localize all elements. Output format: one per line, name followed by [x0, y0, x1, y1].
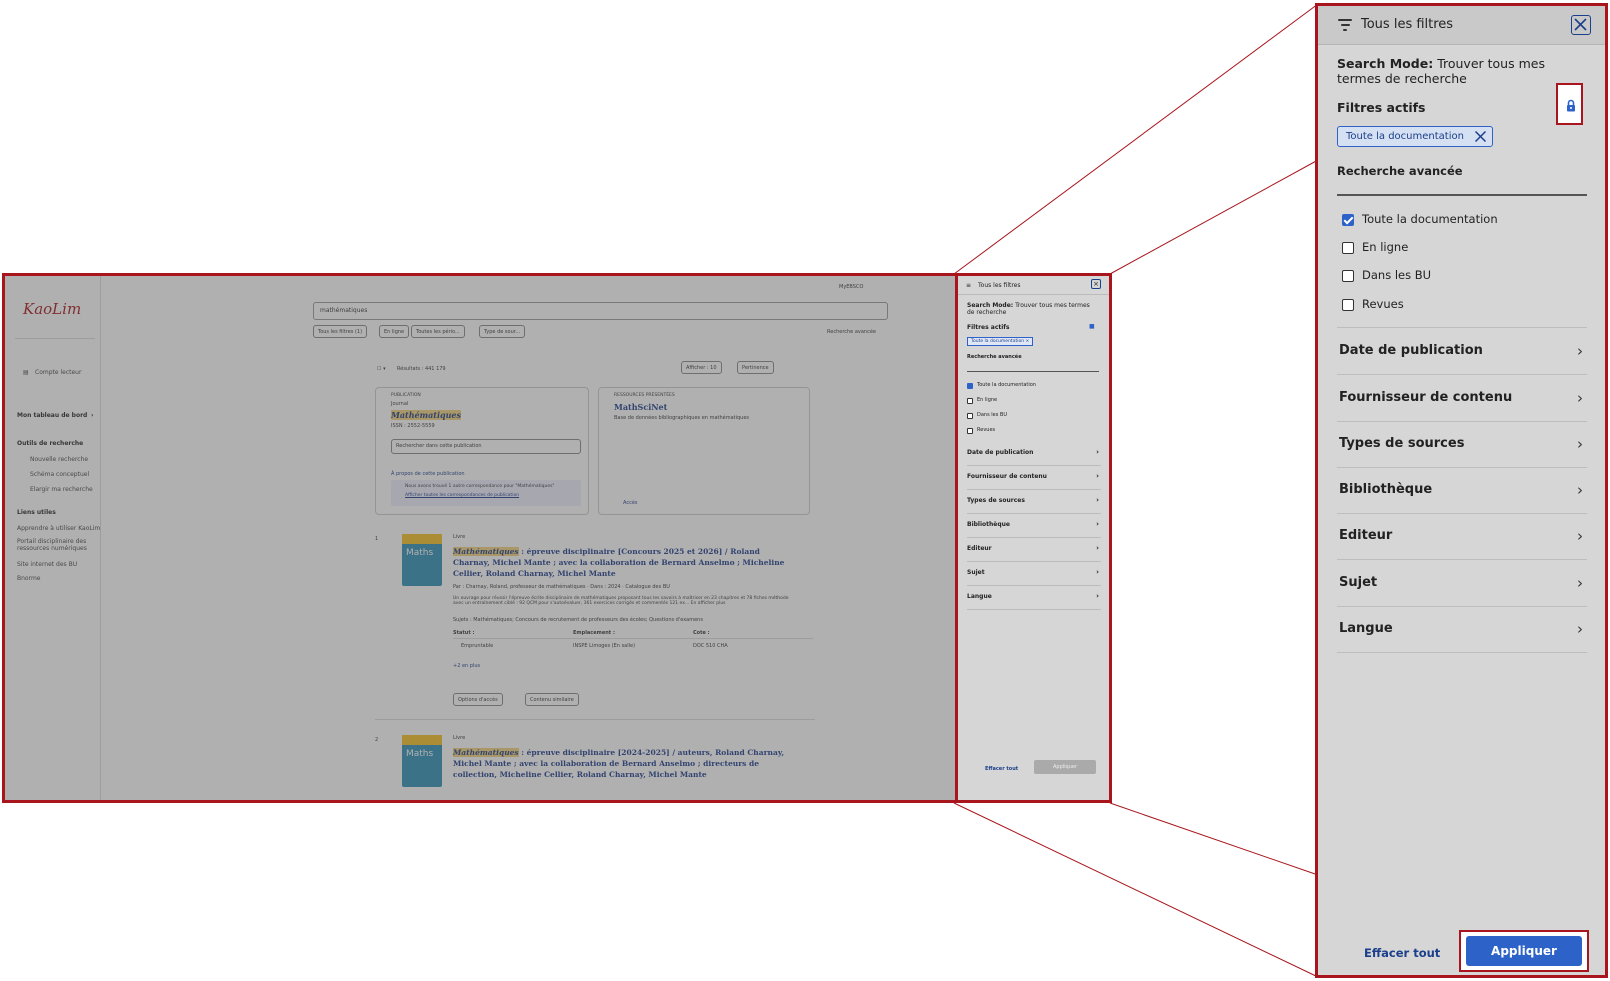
apply-highlight: Appliquer	[1459, 930, 1589, 972]
lock-icon[interactable]: ■	[1089, 323, 1095, 330]
checkbox-all-documentation[interactable]	[1342, 214, 1354, 226]
section-publisher[interactable]: Editeur ›	[1337, 513, 1587, 559]
checkbox-in-libraries[interactable]	[1342, 270, 1354, 282]
section-publication-date[interactable]: Date de publication ›	[1337, 328, 1587, 374]
section-content-provider[interactable]: Fournisseur de contenu ›	[1337, 375, 1587, 421]
checkbox-label: Dans les BU	[977, 412, 1008, 418]
checkbox-label: Dans les BU	[1362, 268, 1432, 282]
filters-panel: Tous les filtres Search Mode: Trouver to…	[1315, 3, 1608, 978]
clear-all-button[interactable]: Effacer tout	[985, 766, 1018, 772]
advanced-search-label[interactable]: Recherche avancée	[1337, 164, 1463, 178]
search-mode-label: Search Mode:	[1337, 56, 1434, 71]
checkbox-all[interactable]	[967, 383, 973, 389]
section-source-types[interactable]: Types de sources ›	[1337, 421, 1587, 467]
apply-button[interactable]: Appliquer	[1466, 936, 1582, 966]
chevron-right-icon: ›	[1577, 574, 1583, 592]
checkbox-label: Revues	[977, 427, 996, 433]
checkbox-label: En ligne	[1362, 240, 1409, 254]
active-filters-label: Filtres actifs	[967, 324, 1010, 331]
panel-header: Tous les filtres	[1318, 6, 1605, 45]
modal-overlay[interactable]	[5, 276, 955, 800]
filter-icon	[1338, 19, 1352, 31]
chevron-right-icon: ›	[1577, 389, 1583, 407]
checkbox-online[interactable]	[1342, 242, 1354, 254]
section-subject[interactable]: Sujet ›	[967, 562, 1101, 586]
checkbox-label: En ligne	[977, 397, 998, 403]
lock-highlight	[1556, 83, 1583, 125]
chevron-right-icon: ›	[1577, 620, 1583, 638]
search-results-page: KaoLim Compte lecteur ▤ Mon tableau de b…	[5, 276, 955, 800]
close-button[interactable]	[1571, 15, 1591, 35]
active-filter-tag[interactable]: Toute la documentation	[1337, 126, 1493, 147]
section-subject[interactable]: Sujet ›	[1337, 560, 1587, 606]
section-library[interactable]: Bibliothèque ›	[967, 514, 1101, 538]
close-icon[interactable]: ×	[1091, 279, 1101, 289]
checkbox-journals[interactable]	[967, 428, 973, 434]
panel-title: Tous les filtres	[1361, 17, 1454, 32]
checkbox-online[interactable]	[967, 398, 973, 404]
filter-icon: ≡	[966, 282, 972, 289]
section-source-types[interactable]: Types de sources ›	[967, 490, 1101, 514]
section-publisher[interactable]: Editeur ›	[967, 538, 1101, 562]
filters-panel-thumbnail: ≡ Tous les filtres × Search Mode: Trouve…	[955, 276, 1109, 800]
screenshot-thumbnail: KaoLim Compte lecteur ▤ Mon tableau de b…	[2, 273, 1112, 803]
chevron-right-icon: ›	[1577, 342, 1583, 360]
section-provider[interactable]: Fournisseur de contenu ›	[967, 466, 1101, 490]
chevron-right-icon: ›	[1577, 435, 1583, 453]
apply-button[interactable]: Appliquer	[1034, 760, 1096, 774]
panel-title: Tous les filtres	[978, 282, 1021, 289]
divider	[1337, 652, 1587, 653]
active-filter-tag-label: Toute la documentation	[1346, 131, 1464, 142]
chevron-right-icon: ›	[1577, 527, 1583, 545]
active-filters-label: Filtres actifs	[1337, 100, 1426, 115]
chevron-right-icon: ›	[1577, 481, 1583, 499]
close-icon	[1574, 18, 1587, 31]
clear-all-button[interactable]: Effacer tout	[1364, 946, 1440, 960]
divider	[1337, 194, 1587, 196]
checkbox-label: Toute la documentation	[977, 382, 1036, 388]
search-mode: Search Mode: Trouver tous mes termes de …	[967, 302, 1090, 316]
checkbox-label: Revues	[1362, 297, 1404, 311]
advanced-search-label: Recherche avancée	[967, 354, 1022, 360]
section-language[interactable]: Langue ›	[1337, 606, 1587, 652]
section-language[interactable]: Langue ›	[967, 586, 1101, 610]
checkbox-bu[interactable]	[967, 413, 973, 419]
remove-filter-icon[interactable]	[1474, 130, 1487, 143]
search-mode: Search Mode: Trouver tous mes termes de …	[1337, 56, 1587, 86]
checkbox-label: Toute la documentation	[1362, 212, 1498, 226]
section-date[interactable]: Date de publication ›	[967, 442, 1101, 466]
section-library[interactable]: Bibliothèque ›	[1337, 467, 1587, 513]
lock-icon[interactable]	[1566, 99, 1576, 112]
checkbox-journals[interactable]	[1342, 299, 1354, 311]
active-tag[interactable]: Toute la documentation ×	[967, 337, 1034, 346]
